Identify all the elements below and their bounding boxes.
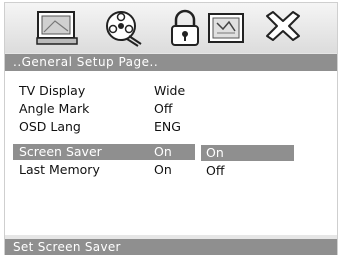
setup-menu-window: ..General Setup Page.. TV Display Wide A… bbox=[4, 2, 338, 255]
page-title: ..General Setup Page.. bbox=[5, 54, 337, 71]
close-x-icon[interactable] bbox=[261, 9, 305, 47]
setting-label: OSD Lang bbox=[19, 119, 81, 134]
option-off[interactable]: Off bbox=[201, 163, 294, 179]
settings-panel: TV Display Wide Angle Mark Off OSD Lang … bbox=[5, 71, 337, 235]
setting-label: Screen Saver bbox=[19, 144, 102, 159]
status-bar: Set Screen Saver bbox=[5, 239, 337, 255]
setting-value: Wide bbox=[154, 83, 186, 98]
setting-row-screen-saver[interactable]: Screen Saver On bbox=[13, 144, 195, 160]
setup-icon-bar bbox=[5, 3, 337, 53]
setting-label: Last Memory bbox=[19, 162, 100, 177]
setting-value: Off bbox=[154, 101, 173, 116]
padlock-icon[interactable] bbox=[163, 9, 207, 47]
preferences-grid-icon[interactable] bbox=[205, 9, 249, 47]
setting-value: ENG bbox=[154, 119, 181, 134]
monitor-icon[interactable] bbox=[35, 9, 79, 47]
setting-label: TV Display bbox=[19, 83, 86, 98]
option-on[interactable]: On bbox=[201, 145, 294, 161]
film-reel-icon[interactable] bbox=[101, 9, 145, 47]
setting-value: On bbox=[154, 144, 172, 159]
setting-value: On bbox=[154, 162, 172, 177]
setting-label: Angle Mark bbox=[19, 101, 90, 116]
